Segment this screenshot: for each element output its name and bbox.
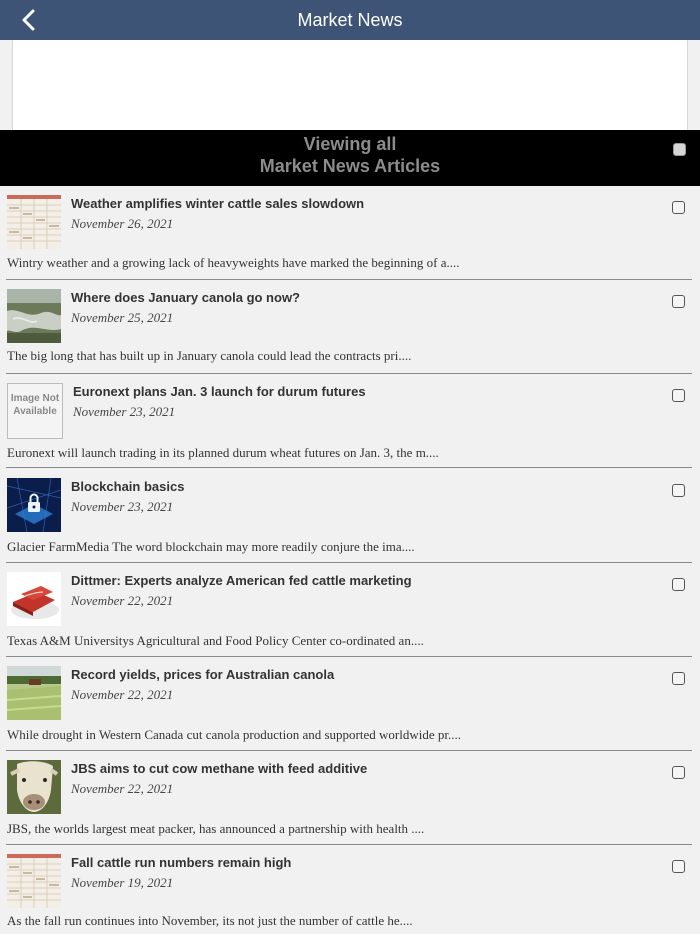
article-checkbox[interactable]: [672, 578, 685, 591]
article-excerpt: The big long that has built up in Januar…: [7, 348, 412, 363]
select-all-checkbox[interactable]: [673, 143, 686, 156]
article-excerpt: Euronext will launch trading in its plan…: [7, 445, 439, 460]
divider: [6, 467, 692, 468]
article-excerpt: As the fall run continues into November,…: [7, 913, 413, 928]
list-item[interactable]: Fall cattle run numbers remain high Nove…: [0, 845, 700, 934]
page-title: Market News: [297, 10, 403, 30]
list-item[interactable]: Dittmer: Experts analyze American fed ca…: [0, 563, 700, 657]
article-title[interactable]: Weather amplifies winter cattle sales sl…: [71, 196, 364, 211]
raw-beef-image: [7, 572, 61, 626]
price-table-image: [7, 195, 61, 249]
article-title[interactable]: Where does January canola go now?: [71, 290, 300, 305]
article-date: November 23, 2021: [73, 404, 176, 419]
article-title[interactable]: Fall cattle run numbers remain high: [71, 855, 291, 870]
article-title[interactable]: Record yields, prices for Australian can…: [71, 667, 334, 682]
article-date: November 23, 2021: [71, 499, 174, 514]
article-checkbox[interactable]: [672, 672, 685, 685]
article-excerpt: Glacier FarmMedia The word blockchain ma…: [7, 539, 415, 554]
article-checkbox[interactable]: [672, 389, 685, 402]
article-title[interactable]: Blockchain basics: [71, 479, 184, 494]
article-date: November 25, 2021: [71, 310, 174, 325]
price-table-image: [7, 854, 61, 908]
article-checkbox[interactable]: [672, 766, 685, 779]
article-checkbox[interactable]: [672, 484, 685, 497]
article-excerpt: Wintry weather and a growing lack of hea…: [7, 255, 460, 270]
list-item[interactable]: JBS aims to cut cow methane with feed ad…: [0, 751, 700, 845]
banner-line-1: Viewing all: [303, 134, 397, 154]
viewing-banner: Viewing all Market News Articles: [0, 130, 700, 186]
list-item[interactable]: Blockchain basics November 23, 2021 Glac…: [0, 469, 700, 563]
article-excerpt: JBS, the worlds largest meat packer, has…: [7, 821, 425, 836]
list-item[interactable]: Where does January canola go now? Novemb…: [0, 280, 700, 374]
image-not-available: Image Not Available: [7, 383, 63, 439]
article-checkbox[interactable]: [672, 295, 685, 308]
farm-field-image: [7, 666, 61, 720]
list-item[interactable]: Record yields, prices for Australian can…: [0, 657, 700, 751]
article-checkbox[interactable]: [672, 860, 685, 873]
article-date: November 22, 2021: [71, 687, 174, 702]
cow-face-image: [7, 760, 61, 814]
list-item[interactable]: Image Not Available Euronext plans Jan. …: [0, 374, 700, 468]
article-excerpt: Texas A&M Universitys Agricultural and F…: [7, 633, 424, 648]
article-date: November 26, 2021: [71, 216, 174, 231]
article-date: November 19, 2021: [71, 875, 174, 890]
list-item[interactable]: Weather amplifies winter cattle sales sl…: [0, 186, 700, 280]
article-checkbox[interactable]: [672, 201, 685, 214]
article-title[interactable]: Euronext plans Jan. 3 launch for durum f…: [73, 384, 366, 399]
article-date: November 22, 2021: [71, 781, 174, 796]
banner-line-2: Market News Articles: [259, 156, 441, 176]
flooded-field-image: [7, 289, 61, 343]
article-title[interactable]: JBS aims to cut cow methane with feed ad…: [71, 761, 367, 776]
blockchain-lock-image: [7, 478, 61, 532]
article-title[interactable]: Dittmer: Experts analyze American fed ca…: [71, 573, 412, 588]
article-excerpt: While drought in Western Canada cut cano…: [7, 727, 461, 742]
content-panel: [12, 40, 688, 130]
article-date: November 22, 2021: [71, 593, 174, 608]
top-bar: Market News: [0, 0, 700, 40]
